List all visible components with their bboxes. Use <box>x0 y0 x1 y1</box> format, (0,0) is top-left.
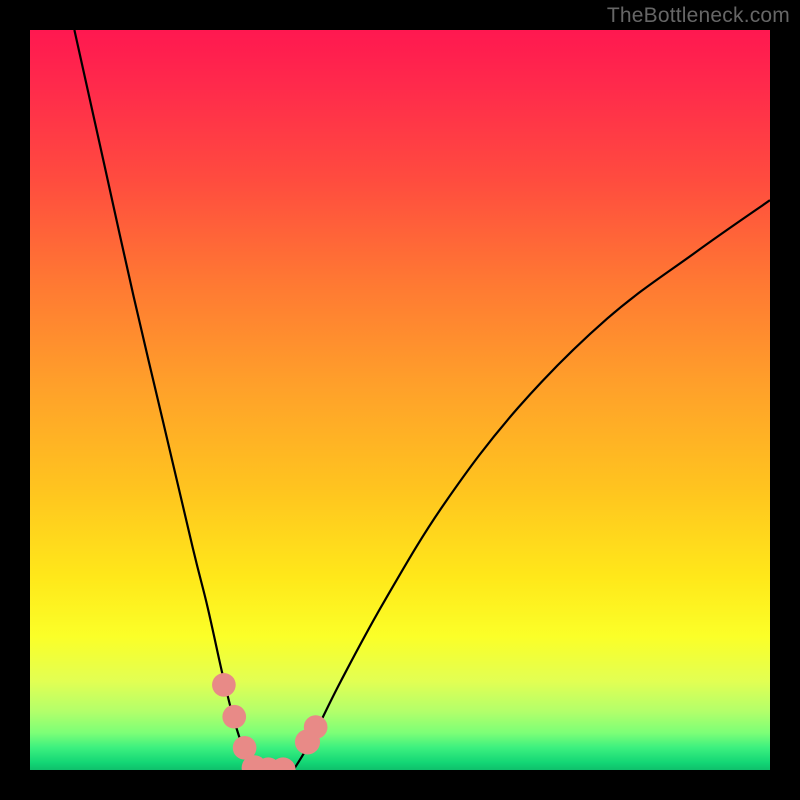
watermark-text: TheBottleneck.com <box>607 4 790 28</box>
curve-left-branch <box>74 30 254 770</box>
marker-dot <box>304 715 328 739</box>
marker-group <box>212 673 327 770</box>
marker-dot <box>212 673 236 697</box>
curve-layer <box>30 30 770 770</box>
marker-dot <box>222 705 246 729</box>
plot-area <box>30 30 770 770</box>
curve-right-branch <box>293 200 770 770</box>
chart-frame: TheBottleneck.com <box>0 0 800 800</box>
